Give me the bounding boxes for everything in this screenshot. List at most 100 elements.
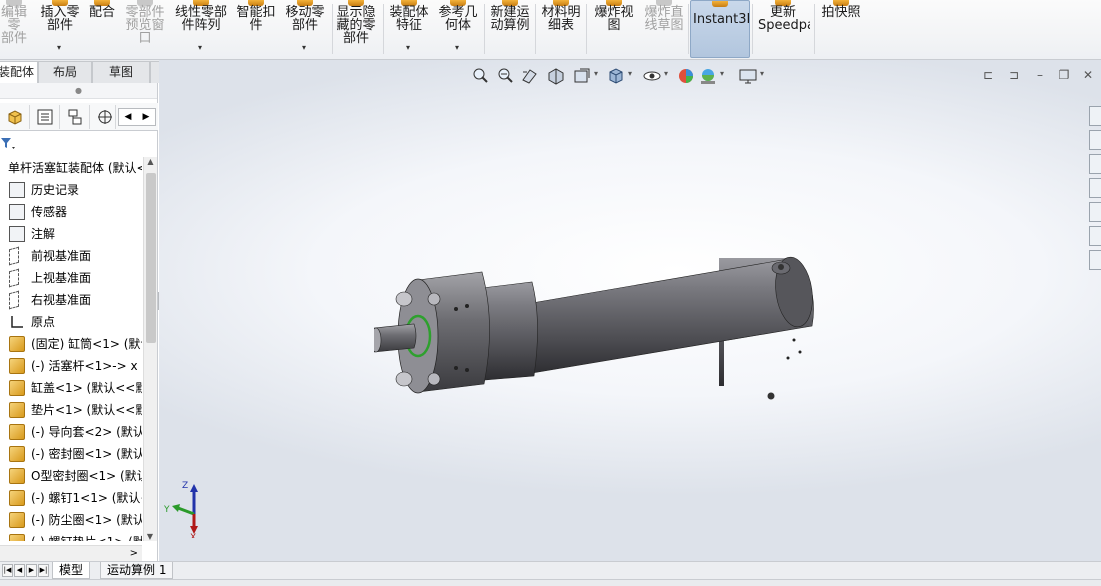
plane-icon [9,268,19,288]
restore-icon[interactable]: ❐ [1057,68,1071,82]
tree-horizontal-scrollbar[interactable]: > [0,545,142,561]
bom-button[interactable]: 材料明 细表 [538,0,584,58]
scroll-right-icon[interactable]: > [130,548,138,559]
home-icon[interactable] [1089,106,1101,126]
hide-show-items-icon[interactable] [642,66,662,86]
tree-item-label: (-) 导向套<2> (默认 [31,425,142,439]
part-preview-button[interactable]: 零部件 预览窗 口 [122,0,168,58]
mate-button[interactable]: 配合 [84,0,120,58]
tree-item[interactable]: (-) 防尘圈<1> (默认 [0,509,142,531]
chevron-down-icon[interactable]: ▾ [302,44,306,52]
view-orientation-icon[interactable] [606,66,626,86]
update-speedpak-button[interactable]: 更新 Speedpak [756,0,810,58]
prev-tab-icon[interactable]: ◀ [14,564,25,577]
ref-geometry-button[interactable]: 参考几 何体 ▾ [436,0,480,58]
chevron-down-icon[interactable]: ▾ [455,44,459,52]
snapshot-button[interactable]: 拍快照 [818,0,864,58]
panel-grip[interactable]: ● [0,83,157,99]
tree-item[interactable]: 缸盖<1> (默认<<默 [0,377,142,399]
tree-root-assembly[interactable]: 单杆活塞缸装配体 (默认< [0,157,142,179]
tree-item[interactable]: 前视基准面 [0,245,142,267]
new-motion-button[interactable]: 新建运 动算例 [487,0,533,58]
zoom-to-fit-icon[interactable] [470,66,490,86]
tree-item[interactable]: 垫片<1> (默认<<默 [0,399,142,421]
section-view-icon[interactable] [546,66,566,86]
dim-xpert-tab[interactable] [90,105,116,129]
task-pane-tabs [1089,106,1101,274]
resources-icon[interactable] [1089,130,1101,150]
ribbon-separator [484,4,485,54]
tree-item[interactable]: 传感器 [0,201,142,223]
edit-part-button[interactable]: 编辑零 部件 [0,0,34,58]
tab-1[interactable]: 布局 [38,61,92,83]
filter-icon[interactable] [0,135,18,154]
tree-item[interactable]: (-) 螺钉垫片<1> (默 [0,531,142,541]
tree-item[interactable]: (-) 导向套<2> (默认 [0,421,142,443]
chevron-down-icon[interactable]: ▾ [57,44,61,52]
chevron-down-icon[interactable]: ▾ [720,69,724,78]
mate-label: 配合 [88,5,115,20]
insert-part-button[interactable]: 插入零 部件 ▾ [38,0,82,58]
tree-item[interactable]: (-) 螺钉1<1> (默认< [0,487,142,509]
dynamic-annotation-icon[interactable] [572,66,592,86]
view-palette-icon[interactable] [1089,202,1101,222]
close-icon[interactable]: ✕ [1081,68,1095,82]
file-explorer-icon[interactable] [1089,178,1101,198]
last-tab-icon[interactable]: ▶| [38,564,49,577]
tree-item[interactable]: (固定) 缸筒<1> (默认 [0,333,142,355]
bottom-tab-1[interactable]: 运动算例 1 [100,562,174,579]
move-part-button[interactable]: 移动零 部件 ▾ [282,0,328,58]
instant3d-button[interactable]: Instant3D [690,0,750,58]
chevron-down-icon[interactable]: ▾ [406,44,410,52]
scroll-up-icon[interactable]: ▲ [144,157,157,166]
cylinder-assembly-model[interactable] [374,246,824,416]
tab-2[interactable]: 草图 [92,61,150,83]
panel-tab-scroller: ◀ ▶ [118,108,156,126]
ribbon-separator [752,4,753,54]
scroll-right-icon[interactable]: ▶ [137,109,155,125]
first-tab-icon[interactable]: |◀ [2,564,13,577]
previous-view-icon[interactable] [520,66,540,86]
chevron-down-icon[interactable]: ▾ [594,69,598,78]
zoom-to-area-icon[interactable] [495,66,515,86]
show-hidden-button[interactable]: 显示隐 藏的零 部件 [333,0,379,58]
chevron-down-icon[interactable]: ▾ [760,69,764,78]
tree-item[interactable]: 上视基准面 [0,267,142,289]
chevron-down-icon[interactable]: ▾ [664,69,668,78]
view-settings-icon[interactable] [738,66,758,86]
tree-item[interactable]: 原点 [0,311,142,333]
tree-item[interactable]: (-) 活塞杆<1>-> x ( [0,355,142,377]
chevron-down-icon[interactable]: ▾ [198,44,202,52]
assembly-feature-button[interactable]: 装配体 特征 ▾ [386,0,432,58]
scroll-left-icon[interactable]: ◀ [119,109,137,125]
graphics-viewport[interactable]: ▾ ▾ ▾ ▾ ▾ ⊏ ⊐ – ❐ ✕ Z Y X [159,60,1101,561]
scroll-down-icon[interactable]: ▼ [144,532,156,541]
tree-vertical-scrollbar[interactable]: ▲ ▼ [143,157,157,541]
scrollbar-thumb[interactable] [146,173,156,343]
ribbon-separator [586,4,587,54]
feature-manager-tab[interactable] [0,105,30,129]
next-window-icon[interactable]: ⊐ [1007,68,1021,82]
minimize-icon[interactable]: – [1033,68,1047,82]
explode-sketch-button[interactable]: 爆炸直 线草图 [641,0,687,58]
property-manager-tab[interactable] [30,105,60,129]
appearances-icon[interactable] [1089,226,1101,246]
exploded-view-button[interactable]: 爆炸视 图 [591,0,637,58]
chevron-down-icon[interactable]: ▾ [628,69,632,78]
apply-scene-icon[interactable] [698,66,718,86]
configuration-manager-tab[interactable] [60,105,90,129]
tree-item[interactable]: 历史记录 [0,179,142,201]
tree-item[interactable]: (-) 密封圈<1> (默认 [0,443,142,465]
edit-appearance-icon[interactable] [676,66,696,86]
next-tab-icon[interactable]: ▶ [26,564,37,577]
linear-pattern-button[interactable]: 线性零部 件阵列 ▾ [170,0,232,58]
bottom-tab-0[interactable]: 模型 [52,562,91,579]
tree-item[interactable]: 注解 [0,223,142,245]
design-library-icon[interactable] [1089,154,1101,174]
smart-fastener-button[interactable]: 智能扣 件 [234,0,278,58]
tab-0[interactable]: 装配体 [0,61,38,83]
custom-properties-icon[interactable] [1089,250,1101,270]
tree-item[interactable]: O型密封圈<1> (默认 [0,465,142,487]
tree-item[interactable]: 右视基准面 [0,289,142,311]
previous-window-icon[interactable]: ⊏ [981,68,995,82]
